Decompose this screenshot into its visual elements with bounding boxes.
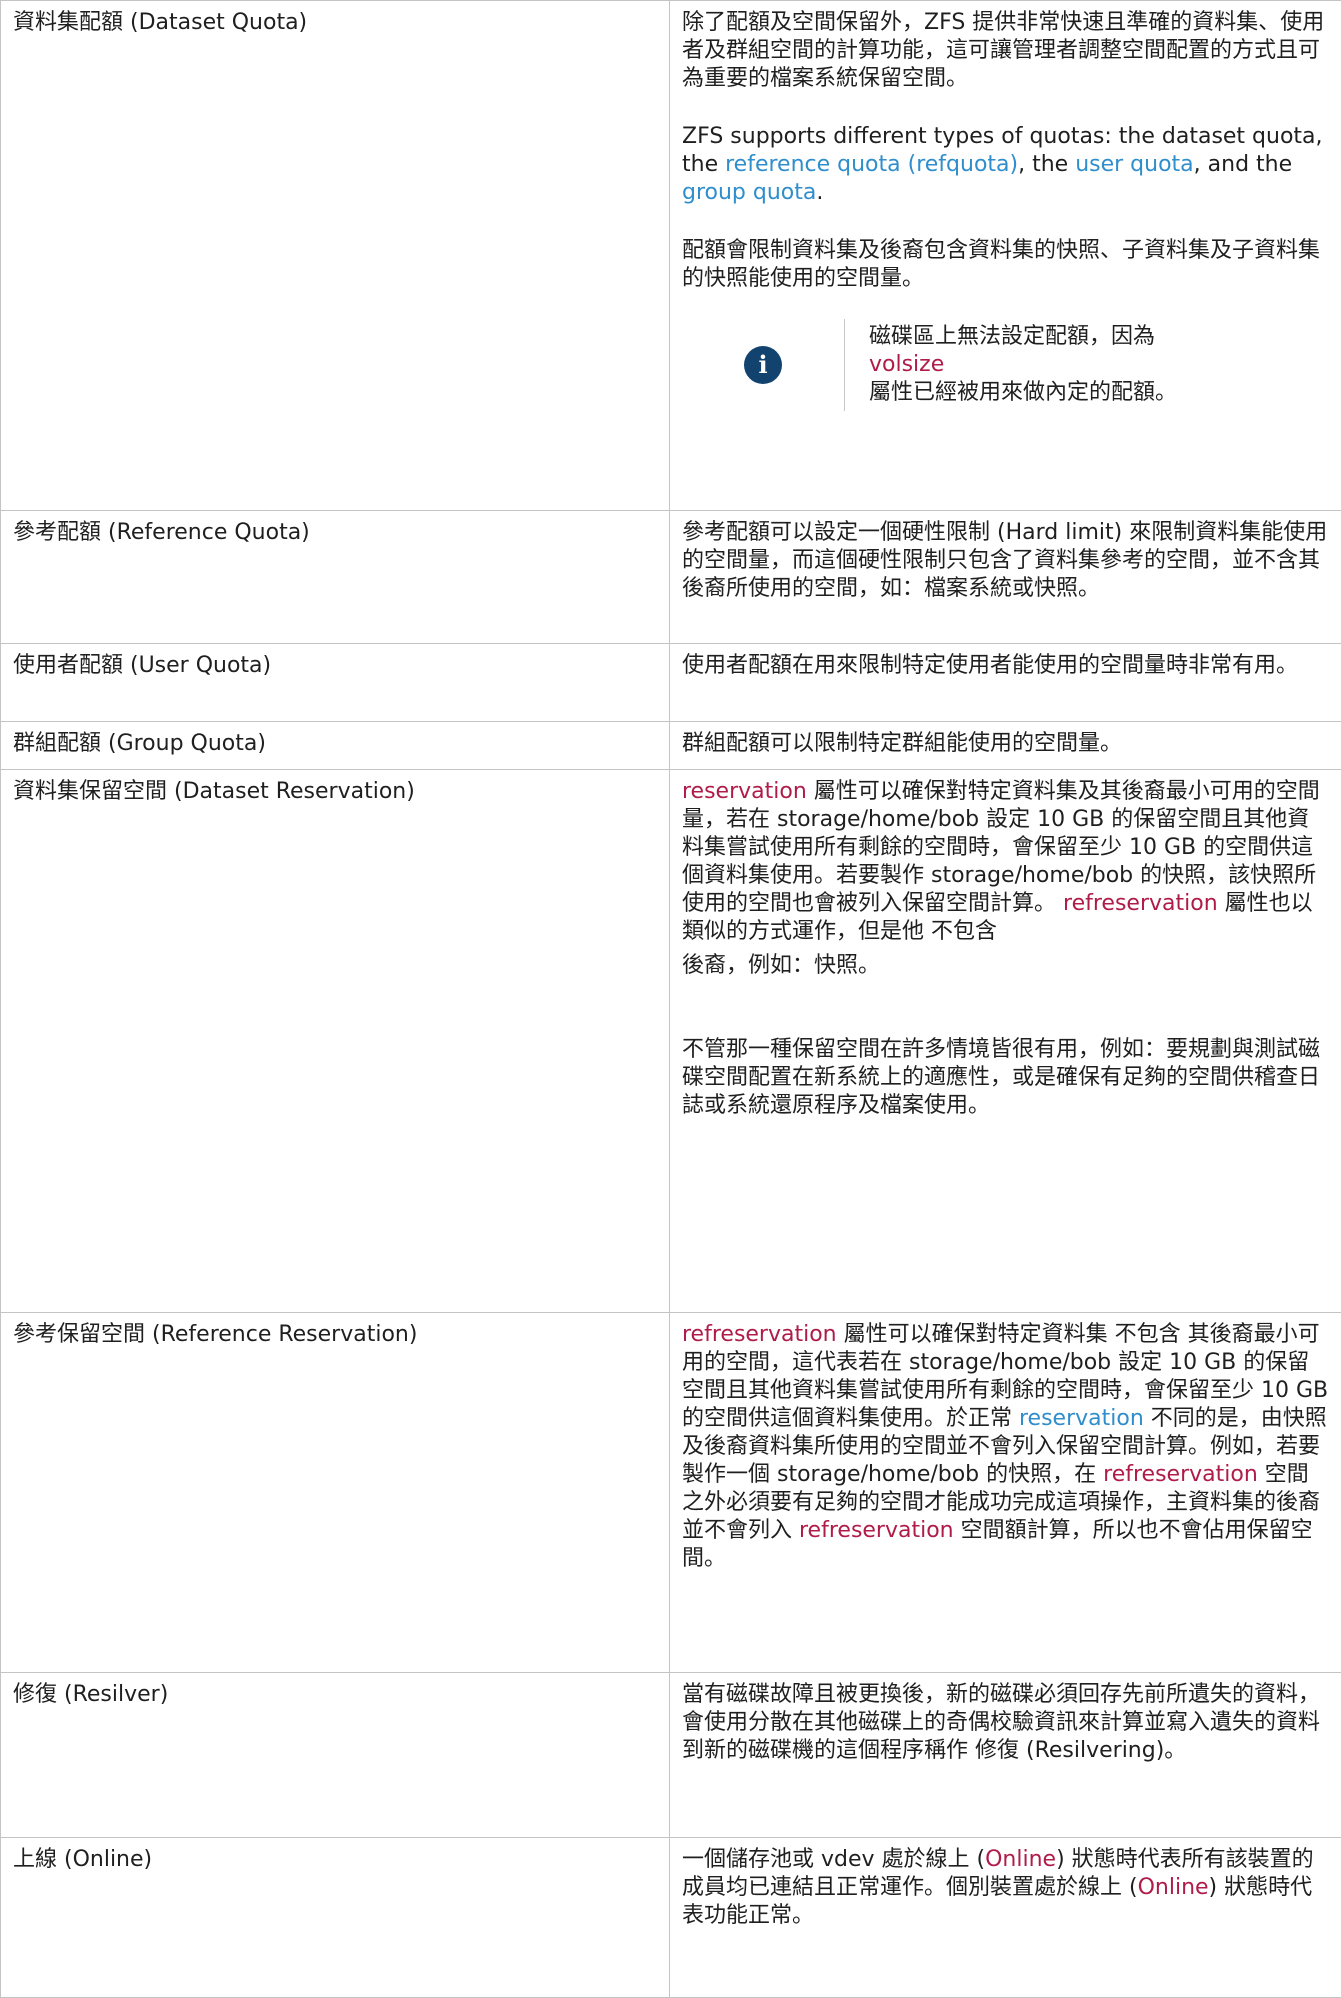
paragraph: reservation 屬性可以確保對特定資料集及其後裔最小可用的空間量，若在 … — [682, 778, 1329, 946]
table-row: 使用者配額 (User Quota) 使用者配額在用來限制特定使用者能使用的空間… — [1, 644, 1341, 722]
user-quota-link[interactable]: user quota — [1075, 152, 1193, 177]
note-admonition: i 磁碟區上無法設定配額，因為 volsize 屬性已經被用來做內定的配額。 — [682, 319, 1329, 411]
refreservation-code: refreservation — [1063, 891, 1218, 916]
table-row: 參考配額 (Reference Quota) 參考配額可以設定一個硬性限制 (H… — [1, 511, 1341, 644]
term-cell: 資料集保留空間 (Dataset Reservation) — [1, 770, 670, 1313]
refreservation-code: refreservation — [799, 1518, 954, 1543]
reservation-link[interactable]: reservation — [1019, 1406, 1144, 1431]
note-text: 磁碟區上無法設定配額，因為 volsize 屬性已經被用來做內定的配額。 — [869, 319, 1177, 411]
text: 一個儲存池或 vdev 處於線上 ( — [682, 1847, 985, 1872]
reference-quota-link[interactable]: reference quota (refquota) — [725, 152, 1018, 177]
note-icon-column: i — [682, 319, 845, 411]
table-row: 資料集保留空間 (Dataset Reservation) reservatio… — [1, 770, 1341, 1313]
text: . — [816, 180, 823, 205]
description-cell: 當有磁碟故障且被更換後，新的磁碟必須回存先前所遺失的資料，會使用分散在其他磁碟上… — [670, 1673, 1341, 1838]
paragraph: 後裔，例如：快照。 — [682, 952, 1329, 980]
info-icon: i — [744, 346, 782, 384]
term-cell: 修復 (Resilver) — [1, 1673, 670, 1838]
paragraph: 除了配額及空間保留外，ZFS 提供非常快速且準確的資料集、使用者及群組空間的計算… — [682, 9, 1329, 93]
note-line: 屬性已經被用來做內定的配額。 — [869, 379, 1177, 407]
term-cell: 上線 (Online) — [1, 1838, 670, 1998]
term-cell: 參考保留空間 (Reference Reservation) — [1, 1313, 670, 1673]
description-cell: reservation 屬性可以確保對特定資料集及其後裔最小可用的空間量，若在 … — [670, 770, 1341, 1313]
table-row: 修復 (Resilver) 當有磁碟故障且被更換後，新的磁碟必須回存先前所遺失的… — [1, 1673, 1341, 1838]
group-quota-link[interactable]: group quota — [682, 180, 816, 205]
table-row: 參考保留空間 (Reference Reservation) refreserv… — [1, 1313, 1341, 1673]
volsize-code: volsize — [869, 351, 1177, 379]
term-cell: 參考配額 (Reference Quota) — [1, 511, 670, 644]
table-row: 群組配額 (Group Quota) 群組配額可以限制特定群組能使用的空間量。 — [1, 722, 1341, 770]
description-cell: 一個儲存池或 vdev 處於線上 (Online) 狀態時代表所有該裝置的成員均… — [670, 1838, 1341, 1998]
text: , and the — [1194, 152, 1292, 177]
paragraph: 配額會限制資料集及後裔包含資料集的快照、子資料集及子資料集的快照能使用的空間量。 — [682, 237, 1329, 293]
table-row: 上線 (Online) 一個儲存池或 vdev 處於線上 (Online) 狀態… — [1, 1838, 1341, 1998]
text: , the — [1018, 152, 1075, 177]
description-cell: 參考配額可以設定一個硬性限制 (Hard limit) 來限制資料集能使用的空間… — [670, 511, 1341, 644]
paragraph: 不管那一種保留空間在許多情境皆很有用，例如：要規劃與測試磁碟空間配置在新系統上的… — [682, 1036, 1329, 1120]
glossary-table: 資料集配額 (Dataset Quota) 除了配額及空間保留外，ZFS 提供非… — [0, 0, 1341, 1998]
term-cell: 資料集配額 (Dataset Quota) — [1, 1, 670, 511]
note-line: 磁碟區上無法設定配額，因為 — [869, 323, 1177, 351]
refreservation-code: refreservation — [1103, 1462, 1258, 1487]
description-cell: 除了配額及空間保留外，ZFS 提供非常快速且準確的資料集、使用者及群組空間的計算… — [670, 1, 1341, 511]
term-cell: 使用者配額 (User Quota) — [1, 644, 670, 722]
online-status: Online — [985, 1847, 1056, 1872]
online-status: Online — [1138, 1875, 1209, 1900]
description-cell: 群組配額可以限制特定群組能使用的空間量。 — [670, 722, 1341, 770]
reservation-code: reservation — [682, 779, 807, 804]
term-cell: 群組配額 (Group Quota) — [1, 722, 670, 770]
table-row: 資料集配額 (Dataset Quota) 除了配額及空間保留外，ZFS 提供非… — [1, 1, 1341, 511]
description-cell: 使用者配額在用來限制特定使用者能使用的空間量時非常有用。 — [670, 644, 1341, 722]
refreservation-code: refreservation — [682, 1322, 837, 1347]
paragraph: ZFS supports different types of quotas: … — [682, 123, 1329, 207]
description-cell: refreservation 屬性可以確保對特定資料集 不包含 其後裔最小可用的… — [670, 1313, 1341, 1673]
